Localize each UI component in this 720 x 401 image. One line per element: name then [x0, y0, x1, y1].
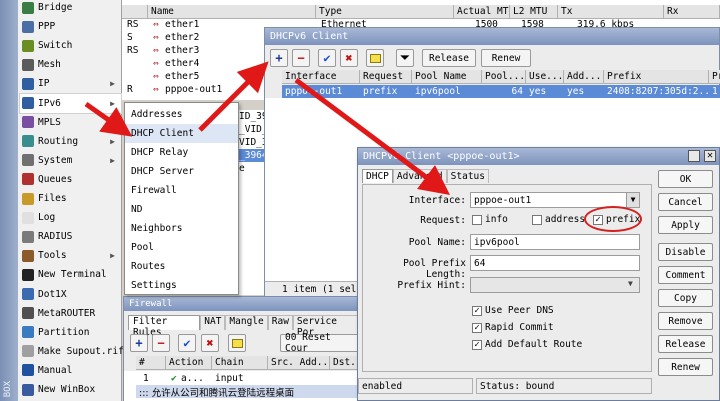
arrow-to-dhcp-client	[84, 101, 133, 137]
arrow-to-client-window	[198, 61, 269, 132]
arrow-to-dialog	[294, 77, 451, 195]
annotation-arrows	[84, 61, 451, 195]
